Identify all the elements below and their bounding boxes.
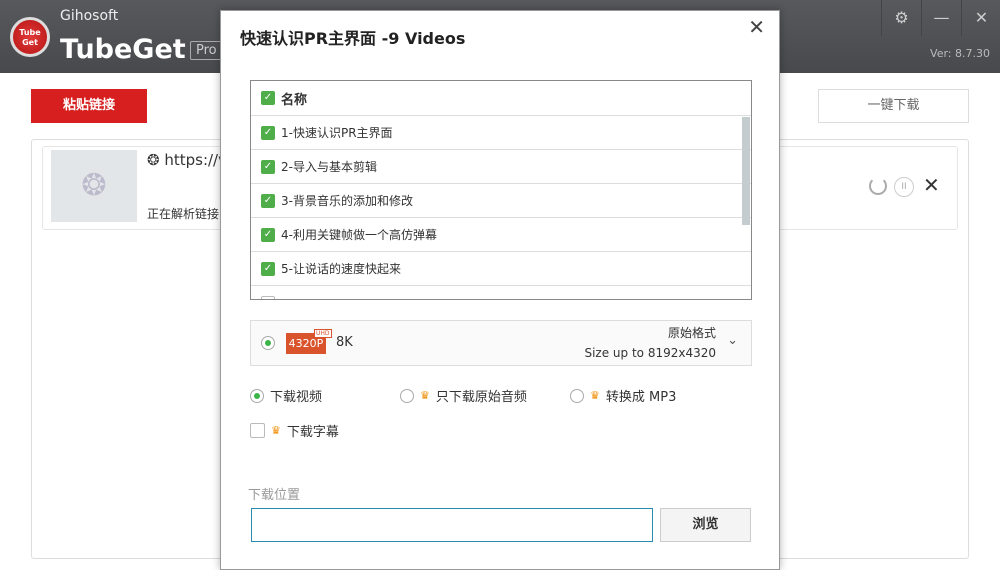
browse-button[interactable]: 浏览 <box>660 508 751 542</box>
loading-spinner-icon <box>869 177 887 195</box>
app-name: TubeGet <box>60 34 186 65</box>
settings-gear-icon[interactable]: ⚙ <box>881 0 921 36</box>
select-all-checkbox[interactable]: ✓ <box>261 91 275 105</box>
video-checkbox[interactable]: ✓ <box>261 193 275 208</box>
audio-radio[interactable] <box>400 388 414 403</box>
format-type: 原始格式 <box>667 326 716 340</box>
select-all-row[interactable]: ✓ 名称 <box>251 81 751 116</box>
item-status: 正在解析链接 <box>147 207 220 221</box>
subtitles-option[interactable]: ♛ 下载字幕 <box>250 421 339 440</box>
download-location-input[interactable] <box>251 508 653 542</box>
convert-mp3-option[interactable]: ♛ 转换成 MP3 <box>570 386 676 405</box>
film-reel-icon: ❂ <box>51 150 137 222</box>
video-list: ✓ 名称 ✓ 1-快速认识PR主界面 ✓ 2-导入与基本剪辑 ✓ 3-背景音乐的添加和修… <box>250 80 752 300</box>
location-label: 下载位置 <box>248 488 301 503</box>
video-radio[interactable] <box>250 388 264 403</box>
one-click-download-button[interactable]: 一键下载 <box>818 89 969 123</box>
video-row[interactable]: ✓ 5-让说话的速度快起来 <box>251 252 751 286</box>
paste-link-button[interactable]: 粘贴链接 <box>31 89 147 123</box>
format-select[interactable]: 4320P UHD 8K 原始格式 Size up to 8192x4320 ⌄ <box>250 320 752 366</box>
video-checkbox[interactable]: ✓ <box>261 261 275 276</box>
quality-label: 8K <box>336 335 353 350</box>
video-select-dialog: 快速认识PR主界面 -9 Videos ✕ ✓ 名称 ✓ 1-快速认识PR主界面 ✓… <box>220 10 780 570</box>
edition-badge: Pro <box>190 41 223 60</box>
pause-button[interactable]: II <box>894 177 914 197</box>
video-row[interactable]: ✓ 2-导入与基本剪辑 <box>251 150 751 184</box>
crown-icon: ♛ <box>420 389 430 402</box>
video-row[interactable] <box>251 286 751 299</box>
film-icon: ❂ <box>147 151 165 169</box>
uhd-tag: UHD <box>314 329 332 338</box>
list-scrollbar[interactable] <box>742 117 750 225</box>
video-row[interactable]: ✓ 3-背景音乐的添加和修改 <box>251 184 751 218</box>
format-size: Size up to 8192x4320 <box>584 346 716 360</box>
dialog-title: 快速认识PR主界面 -9 Videos <box>240 29 466 48</box>
item-url: ❂ https://v <box>147 151 227 169</box>
format-radio[interactable] <box>261 336 275 350</box>
chevron-down-icon[interactable]: ⌄ <box>727 333 738 348</box>
video-checkbox[interactable]: ✓ <box>261 227 275 242</box>
subtitles-checkbox[interactable] <box>250 423 265 438</box>
mp3-radio[interactable] <box>570 388 584 403</box>
close-app-button[interactable]: ✕ <box>961 0 1000 36</box>
crown-icon: ♛ <box>271 424 281 437</box>
remove-item-button[interactable]: ✕ <box>923 173 940 197</box>
minimize-button[interactable]: — <box>921 0 961 36</box>
video-checkbox[interactable]: ✓ <box>261 125 275 140</box>
audio-only-option[interactable]: ♛ 只下载原始音频 <box>400 386 527 405</box>
download-video-option[interactable]: 下载视频 <box>250 386 322 405</box>
dialog-close-button[interactable]: ✕ <box>748 15 765 39</box>
video-row[interactable]: ✓ 4-利用关键帧做一个高仿弹幕 <box>251 218 751 252</box>
version-label: Ver: 8.7.30 <box>930 47 990 60</box>
video-checkbox[interactable]: ✓ <box>261 159 275 174</box>
video-checkbox[interactable] <box>261 295 275 299</box>
crown-icon: ♛ <box>590 389 600 402</box>
video-row[interactable]: ✓ 1-快速认识PR主界面 <box>251 116 751 150</box>
app-logo: Tube Get <box>10 17 50 57</box>
vendor-name: Gihosoft <box>60 8 119 24</box>
